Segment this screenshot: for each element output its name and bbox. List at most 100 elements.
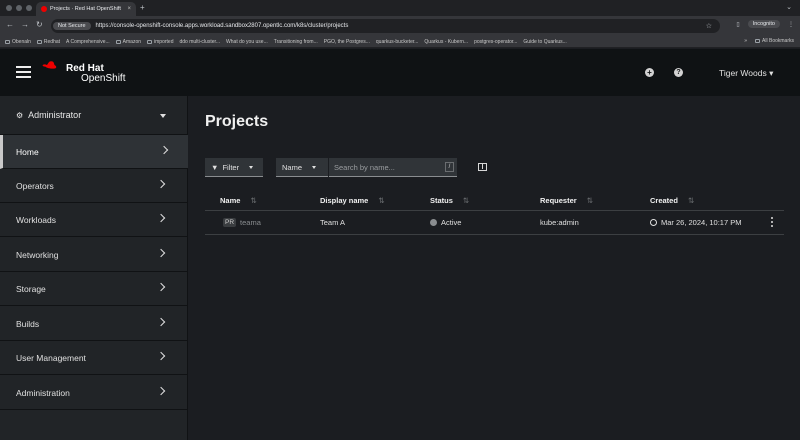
sidebar-item-workloads[interactable]: Workloads [0,203,188,237]
caret-down-icon [312,166,316,169]
column-header-requester[interactable]: Requester ⇅ [540,196,593,205]
folder-icon [147,39,153,44]
close-window-icon[interactable] [6,5,12,11]
main-content: Projects ▼ Filter Name Search by name...… [189,96,800,440]
reload-icon[interactable]: ↻ [36,20,43,29]
bookmark-item[interactable]: What do you use... [226,39,268,45]
table-row: PR teama Team A Active kube:admin Mar 26… [205,211,784,235]
tab-search-chevron-icon[interactable]: ⌄ [786,3,792,11]
brand-line-2: OpenShift [81,73,126,84]
redhat-favicon-icon [41,6,47,12]
url-text[interactable]: https://console-openshift-console.apps.w… [96,23,349,29]
bookmark-item[interactable]: Guide to Quarkus... [523,39,566,45]
incognito-badge[interactable]: Incognito [747,20,780,28]
column-header-display-name[interactable]: Display name ⇅ [320,196,385,205]
filter-dropdown[interactable]: ▼ Filter [205,158,263,177]
browser-menu-icon[interactable]: ⋮ [788,21,794,28]
sidebar-item-user-management[interactable]: User Management [0,341,188,375]
red-hat-icon [42,61,57,69]
bookmarks-bar: Obenaln Redhat A Comprehensive... Amazon… [0,36,800,48]
page-title: Projects [205,113,269,130]
search-placeholder: Search by name... [334,162,395,172]
bookmark-item[interactable]: ddo multi-cluster... [179,39,220,45]
chevron-right-icon [156,351,166,361]
more-bookmarks-icon[interactable]: » [744,38,747,44]
row-actions-kebab-icon[interactable] [769,216,775,228]
browser-tab-strip: Projects · Red Hat OpenShift × + ⌄ [0,0,800,16]
column-header-name[interactable]: Name ⇅ [220,196,257,205]
sidebar-item-builds[interactable]: Builds [0,307,188,341]
quick-create-icon[interactable]: + [645,68,654,77]
bookmark-item[interactable]: PGO, the Postgres... [324,39,370,45]
maximize-window-icon[interactable] [26,5,32,11]
sort-icon: ⇅ [586,196,593,205]
minimize-window-icon[interactable] [16,5,22,11]
new-tab-button[interactable]: + [140,3,145,12]
tab-title: Projects · Red Hat OpenShift [50,6,121,12]
tab-close-icon[interactable]: × [127,6,131,12]
chevron-right-icon [156,179,166,189]
bookmark-item[interactable]: quarkus-bucketer... [376,39,419,45]
side-panel-icon[interactable]: ▯ [736,21,739,28]
user-name: Tiger Woods [719,68,767,78]
bookmark-item[interactable]: Quarkus - Kubern... [424,39,468,45]
column-header-status[interactable]: Status ⇅ [430,196,469,205]
column-header-created[interactable]: Created ⇅ [650,196,694,205]
status-check-icon [430,219,437,226]
chevron-right-icon [156,386,166,396]
bookmark-item[interactable]: postgres-operator... [474,39,517,45]
folder-icon [755,39,761,43]
sidebar-item-networking[interactable]: Networking [0,238,188,272]
bookmark-item[interactable]: Amazon [115,39,141,45]
back-arrow-icon[interactable]: ← [6,20,14,29]
table-header: Name ⇅ Display name ⇅ Status ⇅ Requester ⇅ C… [205,192,784,211]
sort-icon: ⇅ [462,196,470,205]
sidebar-item-administration[interactable]: Administration [0,376,188,410]
chevron-right-icon [159,145,169,155]
bookmark-item[interactable]: A Comprehensive... [66,39,110,45]
user-menu[interactable]: Tiger Woods ▾ [719,68,773,79]
status-text: Active [441,218,462,227]
browser-toolbar: ← → ↻ Not Secure https://console-openshi… [0,16,800,36]
bookmark-item[interactable]: Transitioning from... [274,39,318,45]
caret-down-icon [160,114,166,118]
filter-icon: ▼ [211,162,219,172]
chevron-right-icon [156,248,166,258]
perspective-label: Administrator [28,110,82,120]
folder-icon [36,39,42,44]
forward-arrow-icon[interactable]: → [21,20,29,29]
status-cell: Active [430,218,461,227]
name-attribute-select[interactable]: Name [276,158,328,177]
bookmark-item[interactable]: imported [147,39,173,45]
not-secure-badge[interactable]: Not Secure [53,22,91,30]
perspective-switcher[interactable]: ⚙ Administrator [0,96,188,135]
sort-icon: ⇅ [250,196,257,205]
display-name-cell: Team A [320,218,346,227]
help-icon[interactable]: ? [674,68,683,77]
bookmark-item[interactable]: Redhat [36,39,60,45]
project-link[interactable]: teama [240,218,261,227]
manage-columns-icon[interactable] [478,163,487,171]
created-text: Mar 26, 2024, 10:17 PM [661,218,742,227]
project-name-cell[interactable]: PR teama [223,218,261,227]
sidebar-item-storage[interactable]: Storage [0,272,188,306]
globe-icon [650,219,657,226]
sort-icon: ⇅ [378,196,385,205]
hamburger-menu-icon[interactable] [16,66,31,78]
browser-tab[interactable]: Projects · Red Hat OpenShift × [36,2,136,16]
bookmark-star-icon[interactable]: ☆ [706,22,712,30]
sidebar-item-home[interactable]: Home [0,135,188,169]
filter-label: Filter [222,162,240,172]
project-badge: PR [223,218,237,227]
search-input[interactable]: Search by name... / [329,158,457,177]
window-controls[interactable] [6,5,32,11]
openshift-logo[interactable]: Red Hat OpenShift [38,60,125,86]
sidebar-item-operators[interactable]: Operators [0,169,188,203]
search-shortcut-badge: / [445,162,454,172]
address-bar[interactable]: Not Secure https://console-openshift-con… [51,19,720,33]
chevron-right-icon [156,213,166,223]
folder-icon [5,39,10,44]
all-bookmarks-folder[interactable]: All Bookmarks [755,38,794,44]
bookmark-item[interactable]: Obenaln [5,39,31,45]
created-cell: Mar 26, 2024, 10:17 PM [650,218,741,227]
